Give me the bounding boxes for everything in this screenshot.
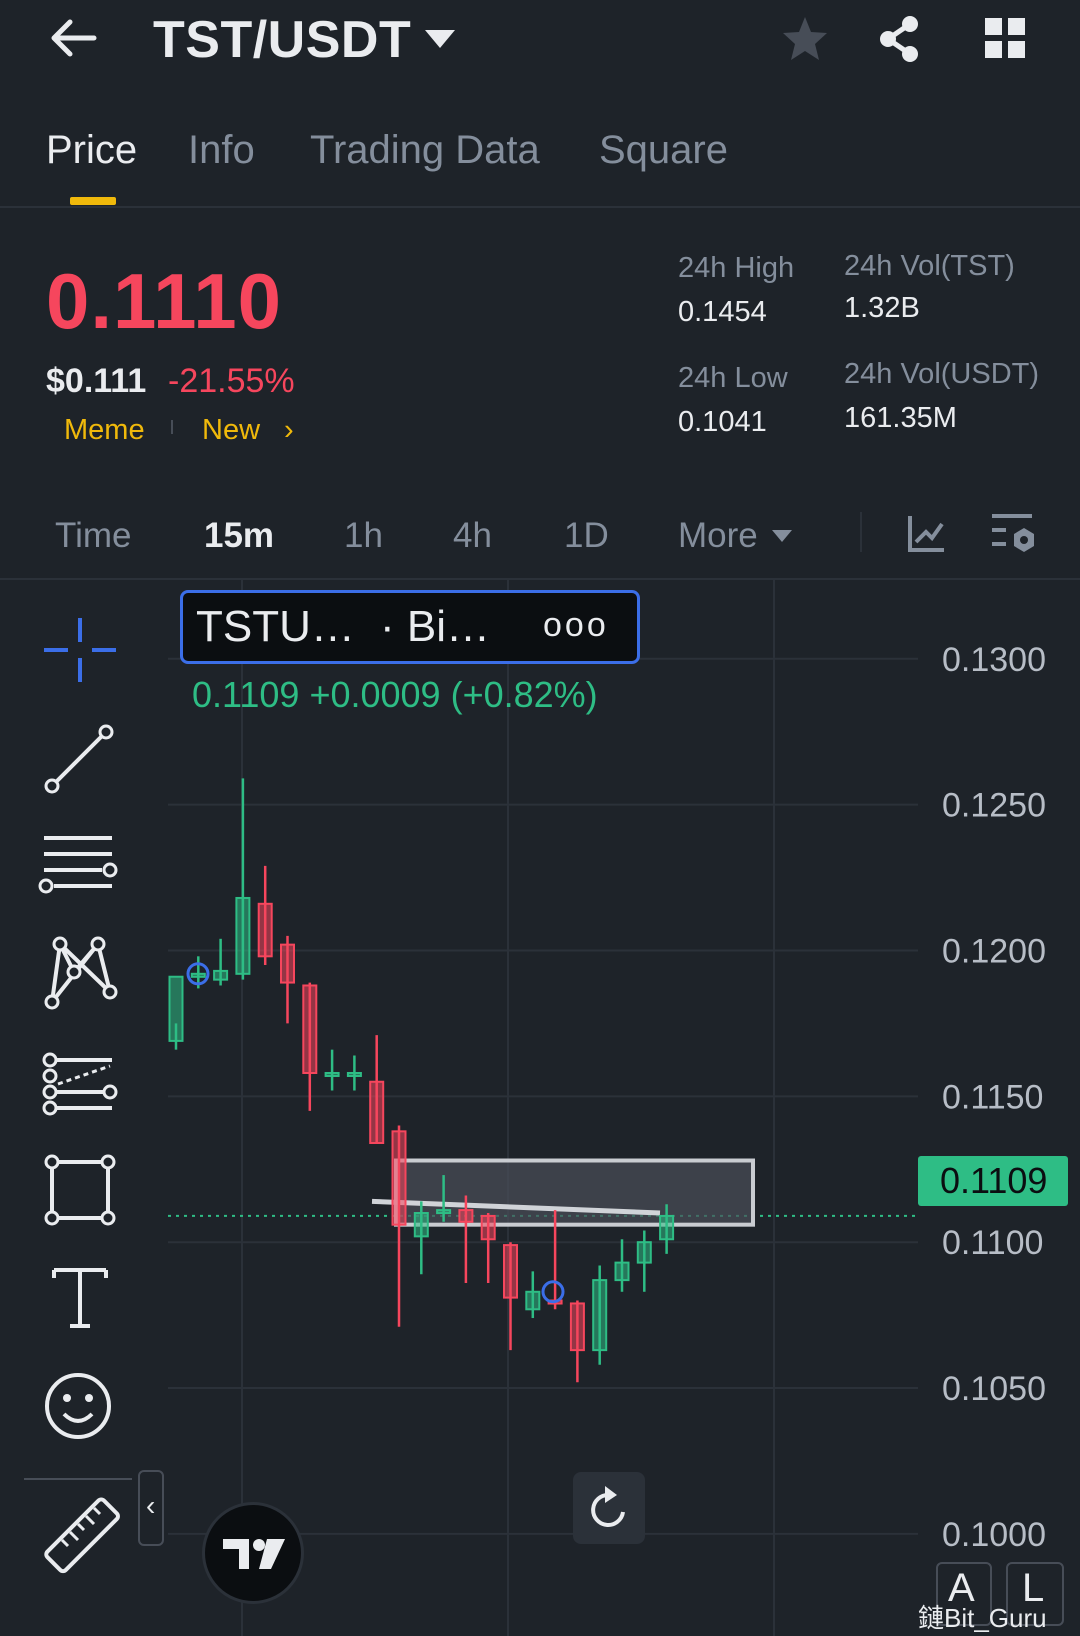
text-icon[interactable] <box>38 1256 122 1340</box>
chevron-down-icon[interactable] <box>772 530 792 542</box>
fib-retracement-icon[interactable] <box>38 1040 122 1124</box>
change-percent: -21.55% <box>168 362 295 400</box>
candle-body <box>659 1214 675 1241</box>
stat-vol-base-value: 1.32B <box>844 292 920 324</box>
stat-vol-quote-value: 161.35M <box>844 402 957 434</box>
interval-15m[interactable]: 15m <box>204 516 274 556</box>
star-icon[interactable] <box>780 14 830 64</box>
candle-body <box>235 896 251 975</box>
candle-body <box>280 943 295 984</box>
tab-price[interactable]: Price <box>46 128 137 173</box>
candle-body <box>346 1071 362 1077</box>
share-icon[interactable] <box>874 14 924 64</box>
y-tick-label: 0.1300 <box>942 641 1046 679</box>
y-tick-label: 0.1100 <box>942 1224 1043 1262</box>
y-tick-label: 0.1000 <box>942 1516 1046 1554</box>
pattern-icon[interactable] <box>38 932 122 1016</box>
stat-high-value: 0.1454 <box>678 296 767 328</box>
legend-more-button[interactable]: ooo <box>543 606 609 645</box>
y-tick-label: 0.1150 <box>942 1078 1043 1116</box>
chevron-left-icon: ‹ <box>146 1490 156 1521</box>
candle-body <box>190 972 206 978</box>
candle-body <box>324 1071 340 1077</box>
chevron-right-icon[interactable]: › <box>284 414 294 447</box>
watermark: 鏈Bit_Guru <box>918 1603 1047 1633</box>
last-price: 0.1110 <box>46 257 282 345</box>
candle-body <box>569 1302 585 1352</box>
stat-low-value: 0.1041 <box>678 406 767 438</box>
candle-body <box>458 1209 474 1223</box>
legend-symbol: TSTU… <box>196 602 355 651</box>
stat-high-label: 24h High <box>678 252 795 284</box>
tag-meme[interactable]: Meme <box>64 414 145 447</box>
pair-title[interactable]: TST/USDT <box>153 10 411 70</box>
candle-body <box>592 1279 608 1352</box>
interval-4h[interactable]: 4h <box>453 516 492 556</box>
candle-body <box>636 1241 652 1264</box>
legend-ohlc: 0.1109 +0.0009 (+0.82%) <box>192 674 598 715</box>
anchor-point <box>541 1280 565 1304</box>
reset-icon <box>591 1486 625 1527</box>
stat-vol-quote-label: 24h Vol(USDT) <box>844 358 1040 390</box>
trend-line-icon[interactable] <box>38 716 122 800</box>
interval-1d[interactable]: 1D <box>564 516 609 556</box>
candle-body <box>257 902 273 958</box>
tab-square[interactable]: Square <box>599 128 728 173</box>
tradingview-logo-icon[interactable] <box>202 1502 304 1604</box>
emoji-icon[interactable] <box>38 1364 122 1448</box>
rectangle-drawing <box>394 1158 755 1227</box>
arrow-left-icon[interactable] <box>50 18 98 58</box>
rectangle-icon[interactable] <box>38 1148 122 1232</box>
horizontal-lines-icon[interactable] <box>38 824 122 908</box>
ruler-icon[interactable] <box>38 1494 122 1578</box>
y-tick-label: 0.1200 <box>942 932 1046 970</box>
tab-trading-data[interactable]: Trading Data <box>310 128 540 173</box>
candle-body <box>168 975 184 1042</box>
candle-body <box>503 1244 518 1299</box>
interval-more[interactable]: More <box>678 516 758 556</box>
candle-body <box>213 969 229 981</box>
chart-settings-icon[interactable] <box>990 510 1038 558</box>
y-tick-label: 0.1050 <box>942 1370 1046 1408</box>
indicator-icon[interactable] <box>906 512 948 554</box>
stat-vol-base-label: 24h Vol(TST) <box>844 250 1015 282</box>
stat-low-label: 24h Low <box>678 362 788 394</box>
reset-chart-button[interactable] <box>573 1472 645 1544</box>
chevron-down-icon[interactable] <box>425 30 455 48</box>
candle-body <box>413 1212 429 1238</box>
current-price-label: 0.1109 <box>940 1160 1048 1201</box>
grid-icon[interactable] <box>983 16 1027 60</box>
interval-1h[interactable]: 1h <box>344 516 383 556</box>
crosshair-icon[interactable] <box>38 608 122 692</box>
candle-body <box>436 1209 452 1215</box>
divider <box>24 1478 132 1480</box>
candle-body <box>369 1080 385 1145</box>
tab-active-indicator <box>70 197 116 205</box>
candle-body <box>525 1290 541 1311</box>
legend-source: · Bi… <box>380 602 490 651</box>
divider <box>860 512 862 552</box>
usd-price: $0.111 <box>46 362 147 400</box>
interval-time[interactable]: Time <box>55 516 131 556</box>
candle-body <box>614 1261 630 1282</box>
candle-body <box>391 1130 407 1226</box>
divider <box>0 206 1080 208</box>
tag-separator <box>171 420 173 434</box>
y-tick-label: 0.1250 <box>942 787 1046 825</box>
candle-body <box>480 1214 496 1241</box>
tab-info[interactable]: Info <box>188 128 255 173</box>
tag-new[interactable]: New <box>202 414 260 447</box>
candle-body <box>302 984 318 1074</box>
